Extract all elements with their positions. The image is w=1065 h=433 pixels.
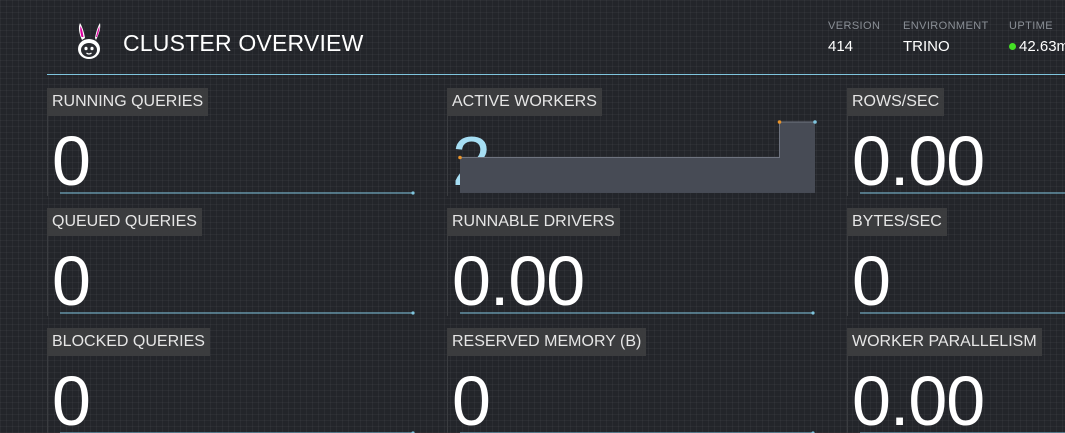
trino-bunny-logo-icon bbox=[78, 23, 101, 59]
sparkline-end-point bbox=[411, 191, 415, 195]
metric-tile-active-workers: ACTIVE WORKERS2 bbox=[447, 88, 817, 196]
uptime-value: 42.63m bbox=[1019, 38, 1065, 55]
metric-tile-runnable-drivers: RUNNABLE DRIVERS 0.00 bbox=[447, 208, 817, 316]
uptime-info: UPTIME 42.63m bbox=[1009, 20, 1065, 55]
version-info: VERSION 414 bbox=[828, 20, 880, 55]
metric-sparkline bbox=[60, 311, 415, 315]
metric-sparkline bbox=[460, 311, 815, 315]
metric-tile-bytes-sec: BYTES/SEC 0 bbox=[847, 208, 1065, 316]
page-title: CLUSTER OVERVIEW bbox=[123, 30, 364, 56]
header: CLUSTER OVERVIEW VERSION 414 ENVIRONMENT… bbox=[47, 0, 1065, 75]
version-label: VERSION bbox=[828, 20, 881, 32]
metric-tile-blocked-queries: BLOCKED QUERIES 0 bbox=[47, 328, 417, 433]
metric-sparkline bbox=[60, 191, 415, 195]
uptime-status-icon bbox=[1009, 43, 1016, 50]
environment-label: ENVIRONMENT bbox=[903, 20, 989, 32]
metric-sparkline bbox=[458, 120, 817, 193]
sparkline-series bbox=[460, 121, 815, 158]
metric-tile-running-queries: RUNNING QUERIES 0 bbox=[47, 88, 417, 196]
sparkline-end-point bbox=[811, 311, 815, 315]
sparkline-point bbox=[813, 120, 817, 124]
version-value: 414 bbox=[828, 38, 854, 55]
metric-sparkline bbox=[860, 192, 1065, 194]
cluster-overview-page: CLUSTER OVERVIEW VERSION 414 ENVIRONMENT… bbox=[0, 0, 1065, 433]
metric-sparkline bbox=[60, 431, 415, 433]
sparkline-point bbox=[777, 120, 782, 124]
sparkline-point bbox=[458, 155, 462, 160]
environment-value: TRINO bbox=[903, 38, 950, 55]
metric-tile-worker-parallelism: WORKER PARALLELISM 0.00 bbox=[847, 328, 1065, 433]
metric-tile-rows-sec: ROWS/SEC 0.00 bbox=[847, 88, 1065, 196]
uptime-value-row: 42.63m bbox=[1009, 38, 1065, 55]
metric-tile-queued-queries: QUEUED QUERIES 0 bbox=[47, 208, 417, 316]
metric-sparkline bbox=[860, 312, 1065, 314]
uptime-label: UPTIME bbox=[1009, 20, 1053, 32]
metric-tile-reserved-memory-b: RESERVED MEMORY (B) 0 bbox=[447, 328, 817, 433]
sparkline-end-point bbox=[411, 311, 415, 315]
metric-sparkline bbox=[860, 432, 1065, 433]
metric-sparkline bbox=[460, 431, 815, 433]
environment-info: ENVIRONMENT TRINO bbox=[903, 20, 989, 55]
